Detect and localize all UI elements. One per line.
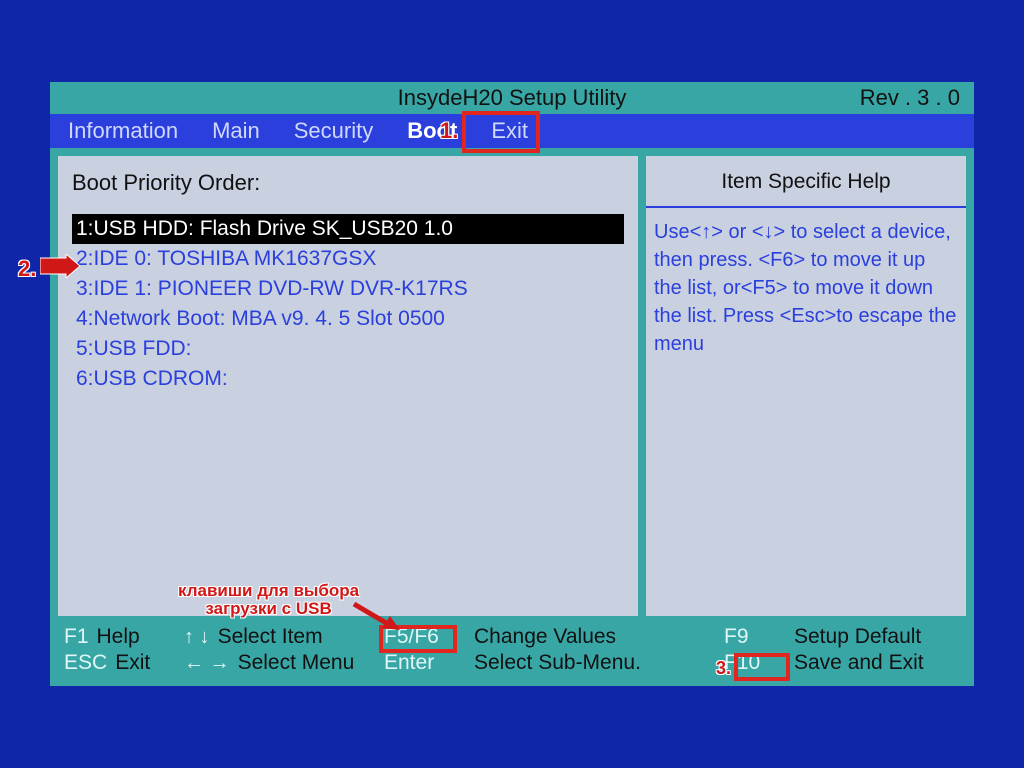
boot-item-4[interactable]: 4:Network Boot: MBA v9. 4. 5 Slot 0500 — [72, 304, 624, 334]
menu-tabs: Information Main Security Boot Exit — [50, 114, 974, 148]
tab-main[interactable]: Main — [212, 118, 260, 144]
key-legend: F1 Help ↑ ↓ Select Item F5/F6 Change Val… — [50, 622, 974, 678]
legend-row-1: F1 Help ↑ ↓ Select Item F5/F6 Change Val… — [64, 624, 960, 650]
legend-row-2: ESC Exit ← → Select Menu Enter Select Su… — [64, 650, 960, 676]
boot-priority-panel: Boot Priority Order: 1:USB HDD: Flash Dr… — [58, 156, 638, 616]
label-exit: Exit — [115, 650, 150, 676]
key-enter: Enter — [384, 650, 434, 676]
label-select-item: Select Item — [218, 624, 323, 650]
help-title: Item Specific Help — [646, 156, 966, 208]
label-help: Help — [97, 624, 140, 650]
boot-item-2[interactable]: 2:IDE 0: TOSHIBA MK1637GSX — [72, 244, 624, 274]
tab-boot[interactable]: Boot — [407, 118, 457, 144]
help-body: Use<↑> or <↓> to select a device, then p… — [646, 208, 966, 368]
key-f1: F1 — [64, 624, 89, 650]
annotation-number-2: 2. — [18, 256, 36, 282]
key-f5-f6: F5/F6 — [384, 624, 439, 650]
label-select-menu: Select Menu — [238, 650, 355, 676]
tab-exit[interactable]: Exit — [491, 118, 528, 144]
boot-item-5[interactable]: 5:USB FDD: — [72, 334, 624, 364]
tab-information[interactable]: Information — [68, 118, 178, 144]
label-setup-default: Setup Default — [794, 624, 921, 650]
content-area: Boot Priority Order: 1:USB HDD: Flash Dr… — [50, 148, 974, 622]
arrow-left-right-icon: ← → — [184, 650, 230, 676]
label-select-submenu: Select Sub-Menu. — [474, 650, 641, 676]
title-bar: InsydeH20 Setup Utility Rev . 3 . 0 — [50, 82, 974, 114]
boot-item-6[interactable]: 6:USB CDROM: — [72, 364, 624, 394]
label-change-values: Change Values — [474, 624, 616, 650]
boot-priority-heading: Boot Priority Order: — [72, 170, 624, 196]
key-f10: F10 — [724, 650, 760, 676]
key-f9: F9 — [724, 624, 749, 650]
bios-window: InsydeH20 Setup Utility Rev . 3 . 0 Info… — [50, 82, 974, 686]
boot-item-3[interactable]: 3:IDE 1: PIONEER DVD-RW DVR-K17RS — [72, 274, 624, 304]
key-esc: ESC — [64, 650, 107, 676]
arrow-up-down-icon: ↑ ↓ — [184, 624, 210, 650]
revision-label: Rev . 3 . 0 — [860, 82, 960, 114]
boot-priority-list[interactable]: 1:USB HDD: Flash Drive SK_USB20 1.0 2:ID… — [72, 214, 624, 394]
help-panel: Item Specific Help Use<↑> or <↓> to sele… — [646, 156, 966, 616]
boot-item-1[interactable]: 1:USB HDD: Flash Drive SK_USB20 1.0 — [72, 214, 624, 244]
label-save-exit: Save and Exit — [794, 650, 924, 676]
app-title: InsydeH20 Setup Utility — [50, 82, 974, 114]
tab-security[interactable]: Security — [294, 118, 373, 144]
